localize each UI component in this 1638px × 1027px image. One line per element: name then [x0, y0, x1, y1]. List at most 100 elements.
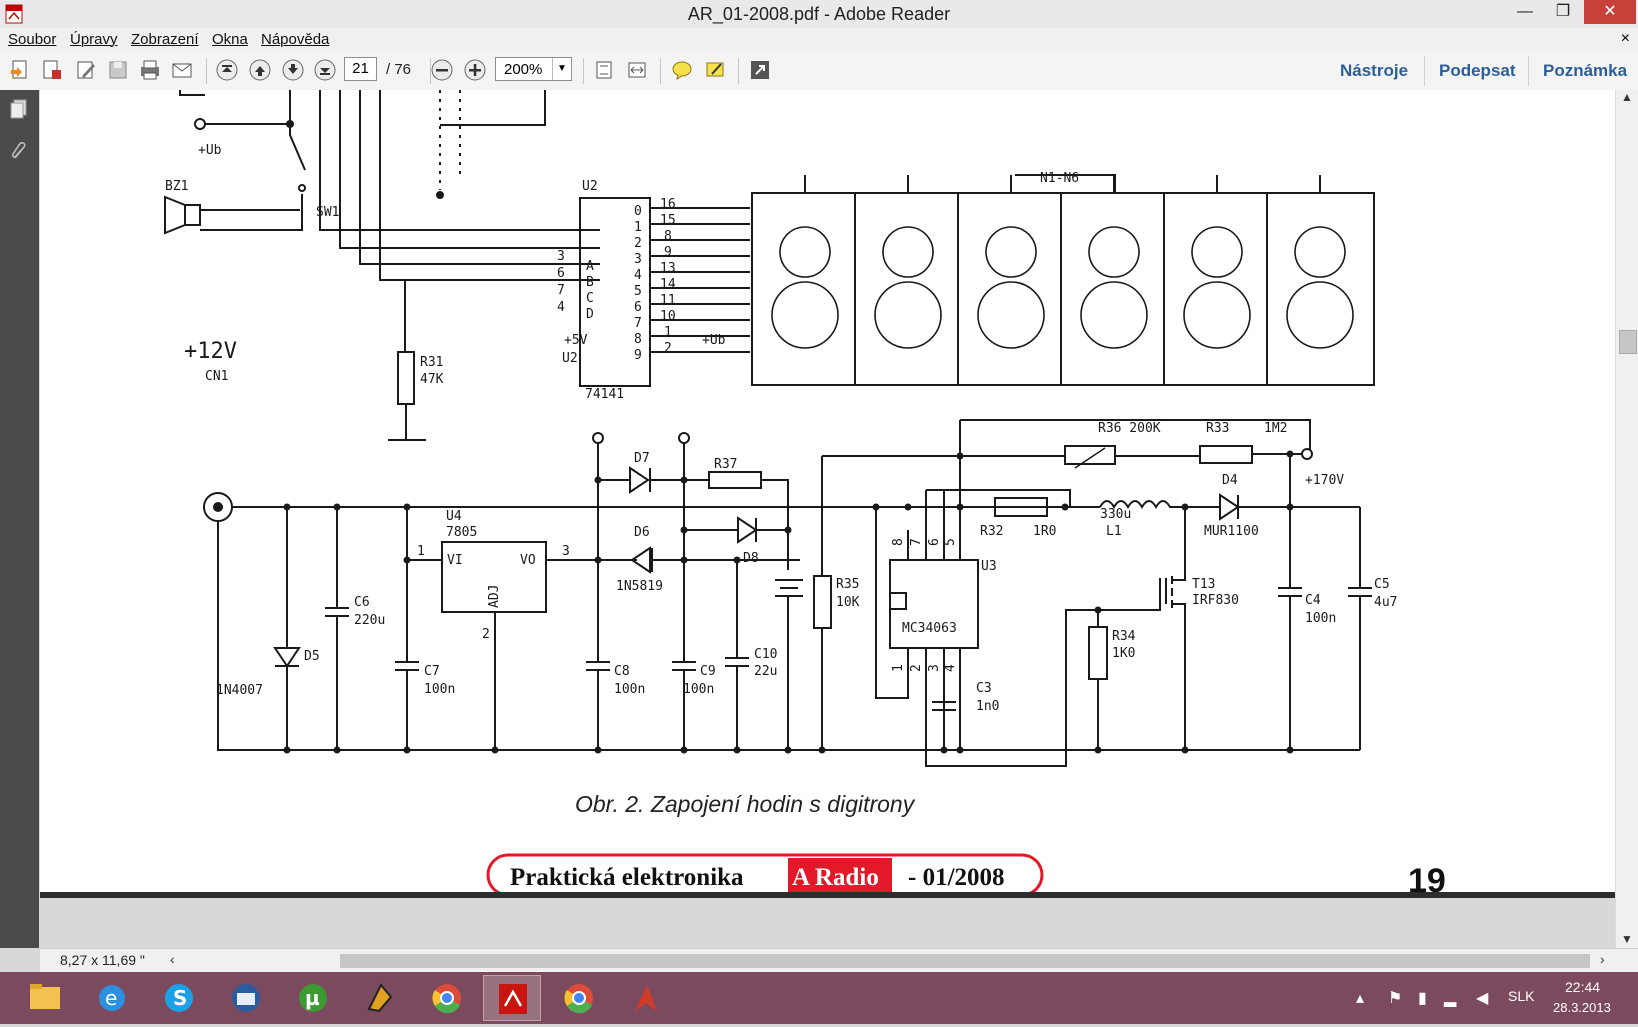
svg-text:4: 4	[634, 268, 642, 283]
action-center-flag-icon[interactable]: ⚑	[1388, 988, 1402, 1008]
maximize-button[interactable]: ❐	[1548, 0, 1578, 24]
combine-files-icon[interactable]	[40, 58, 64, 82]
clock-time[interactable]: 22:44	[1565, 979, 1600, 995]
svg-text:1n0: 1n0	[976, 699, 999, 714]
svg-text:µ: µ	[305, 986, 320, 1010]
svg-text:D6: D6	[634, 525, 650, 540]
svg-text:CN1: CN1	[205, 369, 228, 384]
network-signal-icon[interactable]: ▂	[1444, 988, 1456, 1008]
horizontal-scroll-thumb[interactable]	[340, 954, 1590, 968]
svg-text:10K: 10K	[836, 595, 860, 610]
svg-text:1N4007: 1N4007	[216, 683, 263, 698]
svg-text:8: 8	[891, 538, 906, 546]
magazine-banner: Praktická elektronika A Radio - 01/2008	[486, 853, 1044, 897]
page-thumbnails-icon[interactable]	[9, 98, 29, 120]
highlight-icon[interactable]	[703, 58, 727, 82]
svg-text:L1: L1	[1106, 524, 1122, 539]
menu-help[interactable]: Nápověda	[261, 31, 329, 48]
scroll-up-icon[interactable]: ▲	[1621, 90, 1633, 104]
svg-text:16: 16	[660, 197, 676, 212]
menu-view[interactable]: Zobrazení	[131, 31, 199, 48]
svg-text:R36 200K: R36 200K	[1098, 421, 1161, 436]
scroll-right-icon[interactable]: ›	[1600, 951, 1605, 967]
adobe-reader-taskbar-icon[interactable]	[483, 975, 541, 1021]
attachments-icon[interactable]	[9, 140, 29, 162]
app-icon[interactable]	[617, 975, 675, 1021]
zoom-select[interactable]: 200% ▼	[495, 57, 572, 81]
input-language[interactable]: SLK	[1508, 988, 1534, 1004]
u2-ic-label: 74141	[585, 387, 624, 402]
svg-text:S: S	[173, 986, 187, 1010]
thunderbird-icon[interactable]	[217, 975, 275, 1021]
sign-link[interactable]: Podepsat	[1439, 61, 1516, 81]
svg-text:e: e	[105, 986, 117, 1010]
svg-text:1: 1	[664, 325, 672, 340]
chrome-icon[interactable]	[418, 975, 476, 1021]
battery-icon[interactable]: ▮	[1418, 988, 1427, 1008]
chrome-icon[interactable]	[550, 975, 608, 1021]
svg-text:8: 8	[664, 229, 672, 244]
comment-icon[interactable]	[670, 58, 694, 82]
svg-text:330u: 330u	[1100, 507, 1131, 522]
svg-text:C4: C4	[1305, 593, 1321, 608]
svg-text:+Ub: +Ub	[198, 143, 222, 158]
svg-text:11: 11	[660, 293, 676, 308]
skype-icon[interactable]: S	[150, 975, 208, 1021]
last-page-icon[interactable]	[313, 58, 337, 82]
email-icon[interactable]	[170, 58, 194, 82]
fullscreen-icon[interactable]	[748, 58, 772, 82]
show-hidden-icons-icon[interactable]: ▴	[1356, 988, 1364, 1008]
svg-text:BZ1: BZ1	[165, 179, 188, 194]
winamp-icon[interactable]	[351, 975, 409, 1021]
maximize-icon: ❐	[1555, 3, 1571, 20]
first-page-icon[interactable]	[215, 58, 239, 82]
next-page-icon[interactable]	[281, 58, 305, 82]
svg-text:D5: D5	[304, 649, 320, 664]
fit-width-icon[interactable]	[625, 58, 649, 82]
svg-text:14: 14	[660, 277, 676, 292]
svg-text:5: 5	[634, 284, 642, 299]
scroll-thumb[interactable]	[1619, 330, 1637, 354]
svg-text:R35: R35	[836, 577, 859, 592]
clock-date[interactable]: 28.3.2013	[1553, 1000, 1611, 1015]
svg-text:100n: 100n	[614, 682, 645, 697]
menu-edit[interactable]: Úpravy	[70, 31, 118, 48]
fit-page-icon[interactable]	[592, 58, 616, 82]
svg-text:7: 7	[557, 283, 565, 298]
svg-text:3: 3	[927, 664, 942, 672]
minimize-button[interactable]: —	[1510, 0, 1540, 24]
scroll-left-icon[interactable]: ‹	[170, 951, 175, 967]
svg-text:C5: C5	[1374, 577, 1390, 592]
chevron-down-icon[interactable]: ▼	[552, 58, 571, 80]
zoom-out-icon[interactable]	[430, 58, 454, 82]
menu-file[interactable]: Soubor	[8, 31, 56, 48]
svg-text:7: 7	[909, 538, 924, 546]
edit-icon[interactable]	[74, 58, 98, 82]
scroll-down-icon[interactable]: ▼	[1621, 932, 1633, 946]
file-explorer-icon[interactable]	[16, 975, 74, 1021]
utorrent-icon[interactable]: µ	[284, 975, 342, 1021]
create-pdf-icon[interactable]	[8, 58, 32, 82]
close-document-icon[interactable]: ×	[1621, 30, 1630, 48]
page-number-input[interactable]: 21	[344, 57, 377, 81]
previous-page-icon[interactable]	[248, 58, 272, 82]
comment-link[interactable]: Poznámka	[1543, 61, 1627, 81]
volume-icon[interactable]: ◀	[1476, 988, 1488, 1008]
vertical-scrollbar[interactable]: ▲ ▼	[1615, 90, 1638, 948]
tools-link[interactable]: Nástroje	[1340, 61, 1408, 81]
svg-text:1: 1	[634, 220, 642, 235]
svg-text:1K0: 1K0	[1112, 646, 1135, 661]
menu-window[interactable]: Okna	[212, 31, 248, 48]
taskbar: e S µ ▴ ⚑ ▮ ▂ ◀ SLK 22:44 28.3.2013	[0, 972, 1638, 1024]
save-icon[interactable]	[106, 58, 130, 82]
svg-text:47K: 47K	[420, 372, 444, 387]
svg-text:C8: C8	[614, 664, 630, 679]
internet-explorer-icon[interactable]: e	[83, 975, 141, 1021]
svg-text:1: 1	[417, 544, 425, 559]
u2-label: U2	[582, 179, 598, 194]
zoom-in-icon[interactable]	[463, 58, 487, 82]
document-view[interactable]: U2 74141 3 6 7 4 A B C D 16 15 8 9 13 14…	[40, 90, 1615, 948]
close-button[interactable]: ✕	[1584, 0, 1636, 24]
print-icon[interactable]	[138, 58, 162, 82]
menu-bar: Soubor Úpravy Zobrazení Okna Nápověda ×	[0, 28, 1638, 52]
